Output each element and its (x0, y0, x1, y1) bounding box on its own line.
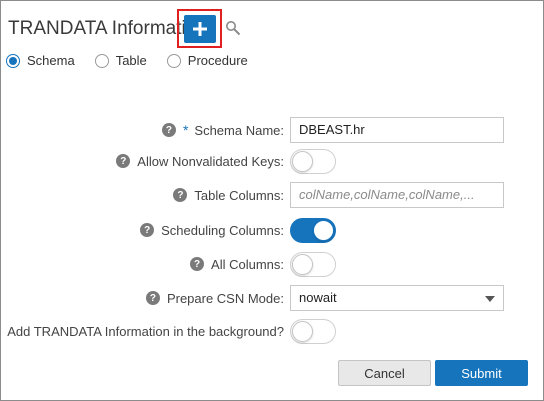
all-columns-toggle[interactable] (290, 252, 336, 277)
prepare-csn-mode-row: ? Prepare CSN Mode: nowait (0, 283, 544, 313)
radio-procedure-label: Procedure (187, 53, 248, 68)
radio-schema[interactable]: Schema (6, 53, 75, 68)
cancel-button[interactable]: Cancel (338, 360, 431, 386)
help-icon[interactable]: ? (161, 123, 176, 137)
prepare-csn-mode-label: Prepare CSN Mode: (166, 290, 284, 306)
prepare-csn-mode-label-group: ? Prepare CSN Mode: (145, 283, 284, 313)
help-icon[interactable]: ? (173, 188, 188, 202)
schema-name-label-group: ? * Schema Name: (161, 115, 284, 145)
radio-table-circle[interactable] (94, 53, 109, 68)
toggle-knob (292, 321, 313, 342)
radio-table-label: Table (115, 53, 147, 68)
background-row: Add TRANDATA Information in the backgrou… (0, 316, 544, 346)
required-marker: * (182, 122, 189, 138)
toggle-knob (313, 220, 334, 241)
mode-radio-group: Schema Table Procedure (6, 53, 268, 68)
radio-schema-circle[interactable] (6, 53, 20, 68)
chevron-down-icon (485, 296, 495, 302)
allow-nonvalidated-keys-toggle[interactable] (290, 149, 336, 174)
submit-button[interactable]: Submit (435, 360, 528, 386)
table-columns-label-group: ? Table Columns: (173, 180, 284, 210)
allow-nonvalidated-keys-label-group: ? Allow Nonvalidated Keys: (116, 146, 284, 176)
plus-icon (193, 22, 207, 36)
help-icon[interactable]: ? (145, 291, 160, 305)
radio-schema-label: Schema (27, 53, 75, 68)
scheduling-columns-toggle[interactable] (290, 218, 336, 243)
schema-name-row: ? * Schema Name: DBEAST.hr (0, 115, 544, 145)
prepare-csn-mode-value: nowait (299, 290, 337, 305)
schema-name-label: Schema Name: (194, 122, 284, 138)
background-toggle[interactable] (290, 319, 336, 344)
radio-procedure-circle[interactable] (166, 53, 181, 68)
radio-procedure[interactable]: Procedure (166, 53, 248, 68)
help-icon[interactable]: ? (116, 154, 131, 168)
help-icon[interactable]: ? (140, 223, 155, 237)
background-label-group: Add TRANDATA Information in the backgrou… (7, 316, 284, 346)
scheduling-columns-row: ? Scheduling Columns: (0, 215, 544, 245)
all-columns-row: ? All Columns: (0, 249, 544, 279)
toggle-knob (292, 151, 313, 172)
allow-nonvalidated-keys-label: Allow Nonvalidated Keys: (137, 153, 284, 169)
radio-table[interactable]: Table (94, 53, 147, 68)
toggle-knob (292, 254, 313, 275)
all-columns-label-group: ? All Columns: (190, 249, 284, 279)
prepare-csn-mode-select[interactable]: nowait (290, 285, 504, 311)
add-button[interactable] (184, 15, 216, 43)
allow-nonvalidated-keys-row: ? Allow Nonvalidated Keys: (0, 146, 544, 176)
scheduling-columns-label-group: ? Scheduling Columns: (140, 215, 284, 245)
table-columns-row: ? Table Columns: colName,colName,colName… (0, 180, 544, 210)
background-label: Add TRANDATA Information in the backgrou… (7, 323, 284, 339)
schema-name-input[interactable]: DBEAST.hr (290, 117, 504, 143)
all-columns-label: All Columns: (211, 256, 284, 272)
table-columns-input[interactable]: colName,colName,colName,... (290, 182, 504, 208)
scheduling-columns-label: Scheduling Columns: (161, 222, 284, 238)
table-columns-label: Table Columns: (194, 187, 284, 203)
search-icon[interactable] (225, 20, 241, 36)
help-icon[interactable]: ? (190, 257, 205, 271)
